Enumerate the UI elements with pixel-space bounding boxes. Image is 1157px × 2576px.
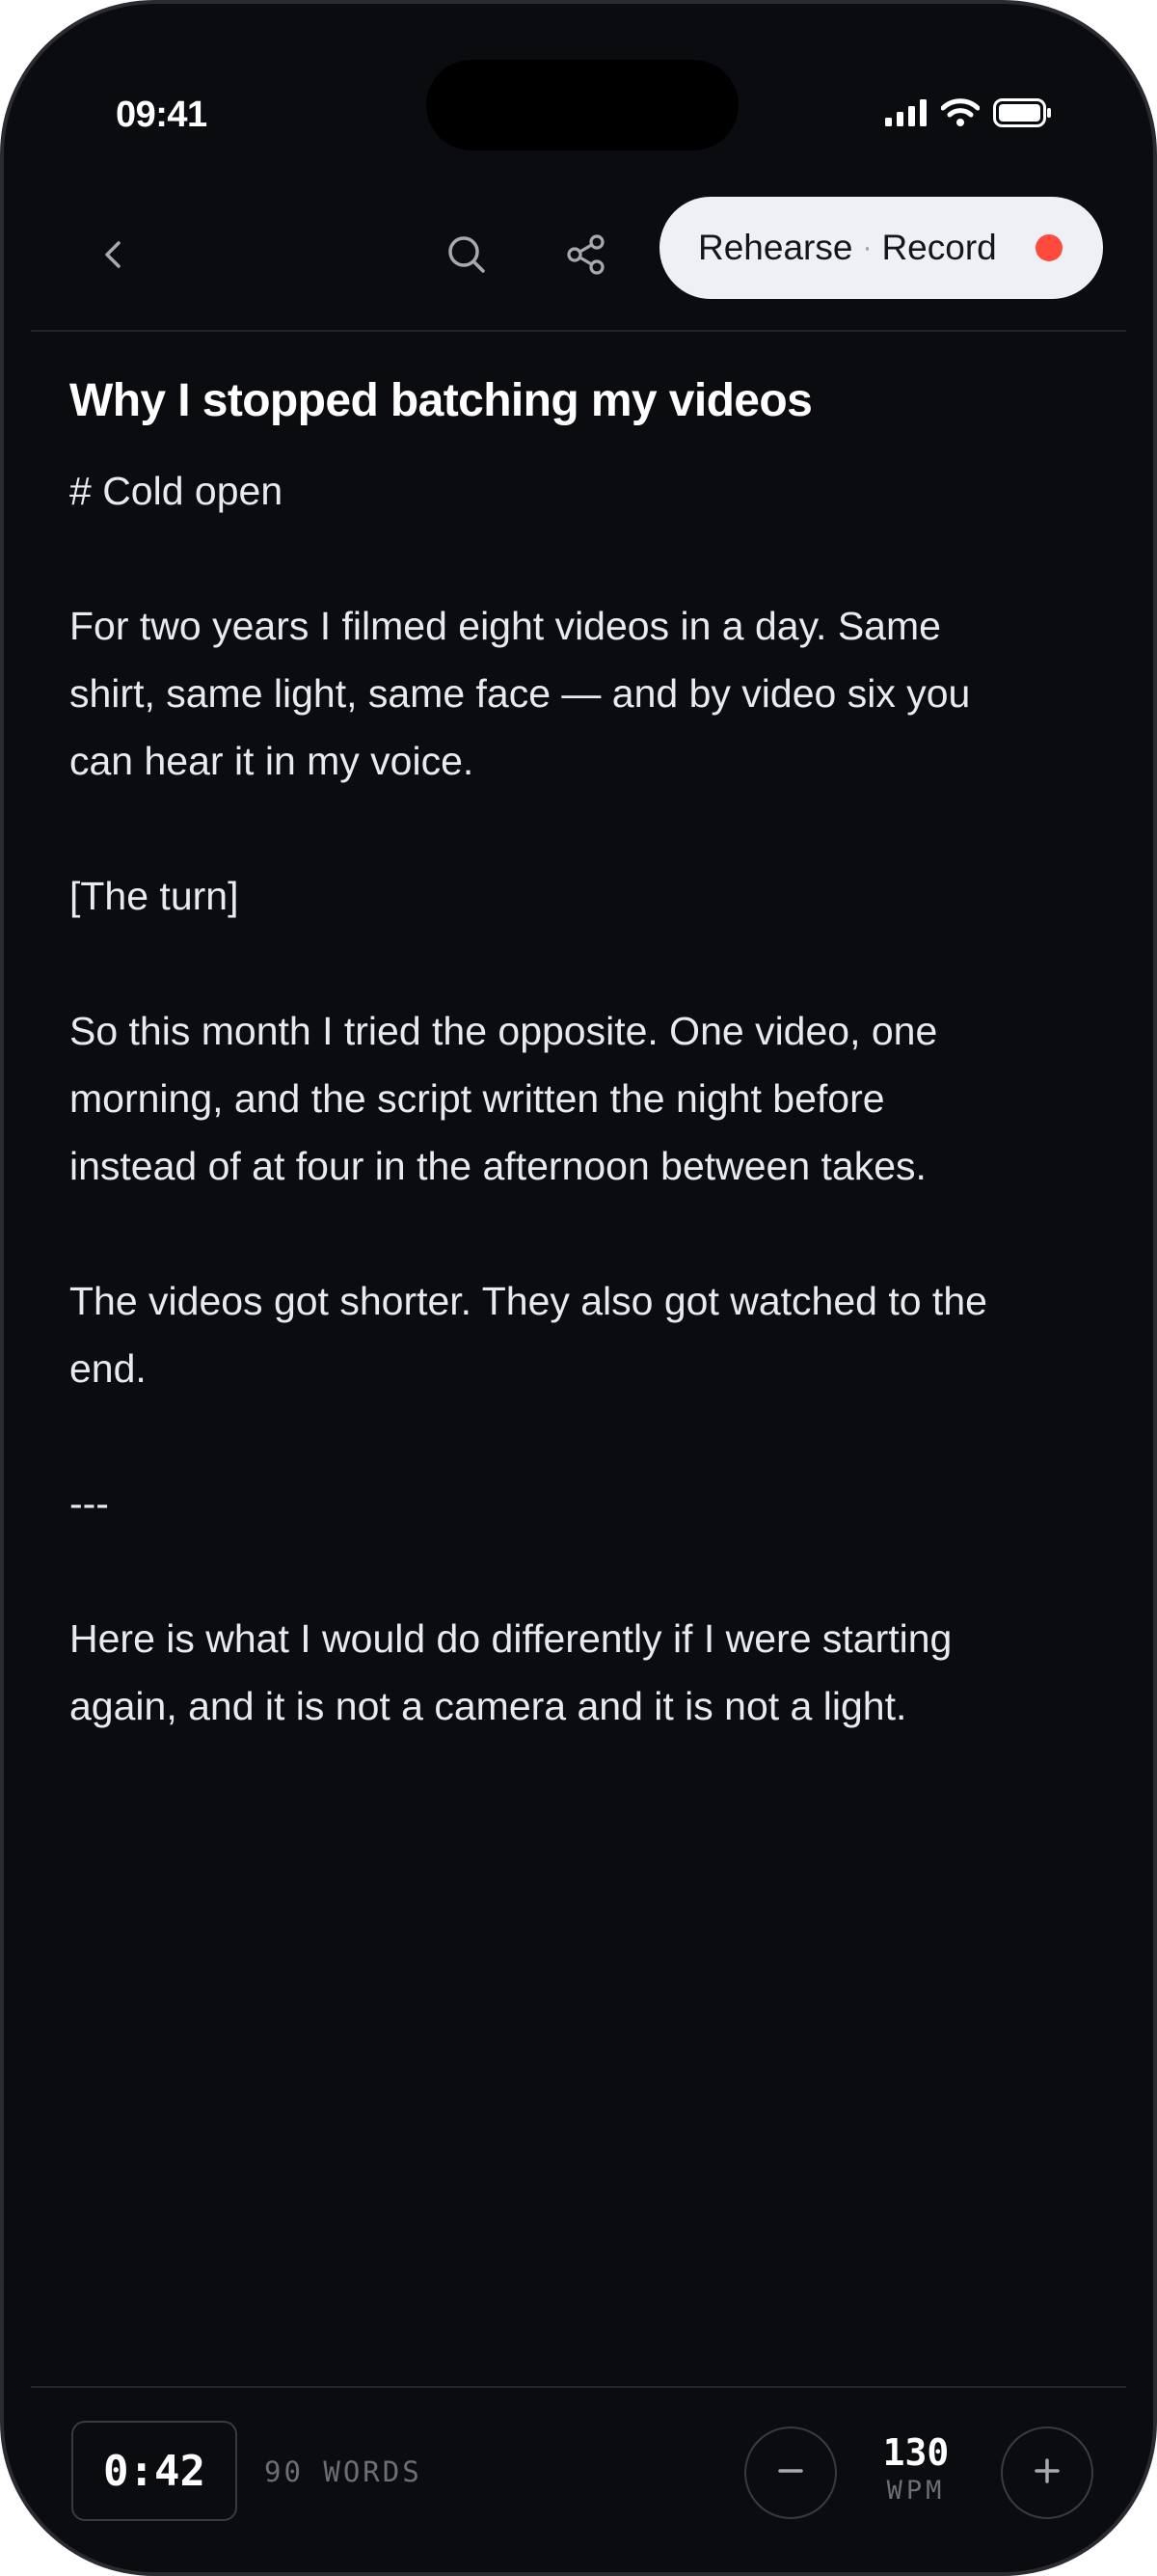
wpm-display: 130 WPM [858,2430,974,2508]
status-icons [885,98,1053,132]
script-editor[interactable]: Why I stopped batching my videos # Cold … [69,370,1076,1740]
cellular-signal-icon [885,99,928,131]
blank-line[interactable] [69,1537,1076,1605]
increase-wpm-button[interactable] [1001,2427,1093,2519]
script-line[interactable]: end. [69,1335,1076,1402]
record-label: Record [881,228,997,267]
script-line[interactable]: again, and it is not a camera and it is … [69,1672,1076,1740]
share-button[interactable] [548,218,625,295]
script-line[interactable]: --- [69,1470,1076,1537]
wpm-value: 130 [882,2431,950,2474]
blank-line[interactable] [69,930,1076,997]
blank-line[interactable] [69,795,1076,862]
script-line[interactable]: Here is what I would do differently if I… [69,1605,1076,1672]
rehearse-record-button[interactable]: Rehearse · Record [659,197,1103,299]
wpm-unit: WPM [886,2476,946,2506]
decrease-wpm-button[interactable] [744,2427,837,2519]
status-time: 09:41 [116,95,207,135]
blank-line[interactable] [69,1200,1076,1267]
script-line[interactable]: For two years I filmed eight videos in a… [69,592,1076,660]
duration-timer: 0:42 [71,2421,237,2521]
back-button[interactable] [75,218,152,295]
phone-frame: 09:41 Rehearse · Record Why I stopped ba… [0,0,1157,2576]
script-line[interactable]: # Cold open [69,457,1076,525]
search-button[interactable] [428,218,505,295]
document-title[interactable]: Why I stopped batching my videos [69,370,1076,432]
script-line[interactable]: morning, and the script written the nigh… [69,1065,1076,1132]
search-icon [444,231,490,283]
minus-icon [774,2454,807,2492]
chevron-left-icon [94,235,133,279]
dynamic-island [426,60,739,150]
battery-icon [993,98,1053,132]
wifi-icon [940,98,981,132]
plus-icon [1031,2454,1063,2492]
script-line[interactable]: [The turn] [69,862,1076,930]
share-icon [563,231,609,283]
bottom-toolbar: 0:42 90 WORDS 130 WPM [31,2386,1126,2572]
mode-separator: · [862,231,873,263]
script-line[interactable]: can hear it in my voice. [69,727,1076,795]
script-line[interactable]: shirt, same light, same face — and by vi… [69,660,1076,727]
script-line[interactable]: The videos got shorter. They also got wa… [69,1267,1076,1335]
script-line[interactable]: So this month I tried the opposite. One … [69,997,1076,1065]
blank-line[interactable] [69,525,1076,592]
top-toolbar: Rehearse · Record [31,177,1126,332]
app-screen: 09:41 Rehearse · Record Why I stopped ba… [4,4,1153,2572]
word-count: 90 WORDS [264,2455,422,2488]
script-line[interactable]: instead of at four in the afternoon betw… [69,1132,1076,1200]
blank-line[interactable] [69,1402,1076,1470]
rehearse-label: Rehearse [698,228,853,267]
record-indicator-icon [1036,234,1063,261]
script-body[interactable]: # Cold open For two years I filmed eight … [69,457,1076,1740]
